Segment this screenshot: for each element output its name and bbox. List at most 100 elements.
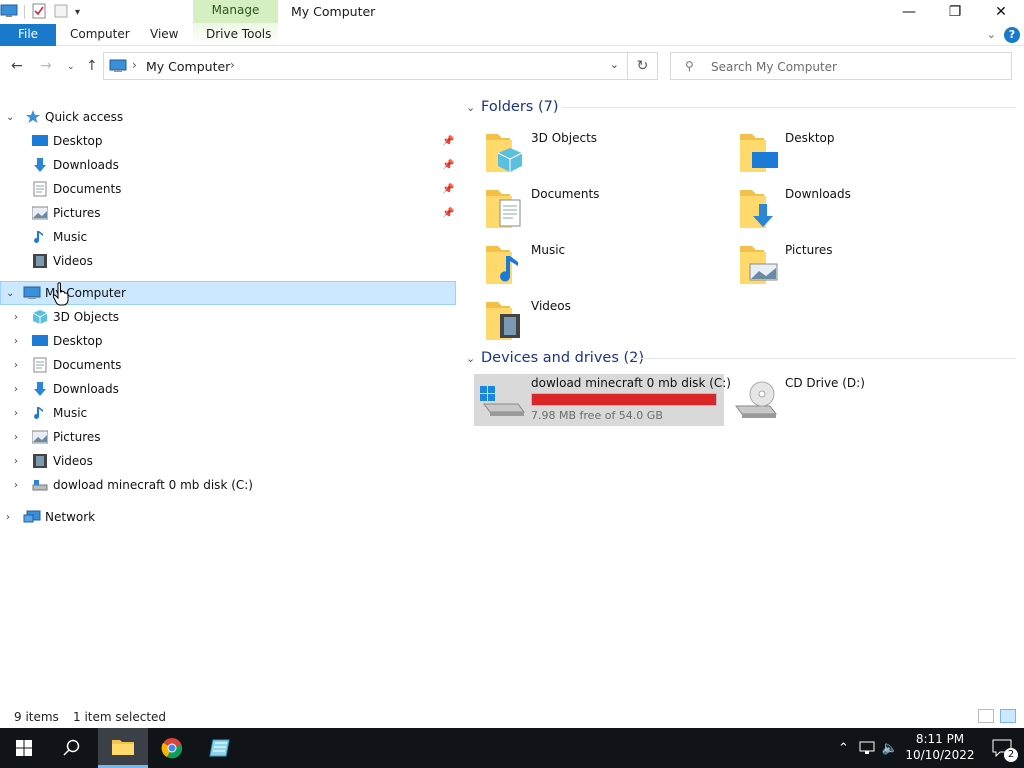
show-hidden-icons-icon[interactable]: ⌃ [838,741,849,756]
help-button[interactable]: ? [1004,27,1020,43]
nav-item-label: Pictures [53,430,101,444]
tab-view[interactable]: View [150,24,178,46]
collapse-chevron-icon[interactable]: ⌄ [466,101,475,114]
properties-icon[interactable] [31,3,47,22]
nav-item-label: 3D Objects [53,310,120,324]
quick-access-toolbar: ▾ [0,2,80,22]
desktop-icon [32,135,48,146]
expand-chevron-icon[interactable]: › [6,512,10,523]
nav-mc-music[interactable]: › Music [0,401,456,425]
volume-icon[interactable]: 🔈 [882,741,898,756]
pin-icon[interactable]: 📌 [442,208,454,219]
nav-qa-downloads[interactable]: Downloads 📌 [0,153,456,177]
expand-chevron-icon[interactable]: › [14,456,18,467]
start-button[interactable] [0,728,48,768]
collapse-chevron-icon[interactable]: ⌄ [466,352,475,365]
breadcrumb-chevron-icon[interactable]: › [132,58,137,72]
drive-d[interactable]: CD Drive (D:) [728,374,978,426]
folder-videos[interactable]: Videos [462,296,712,348]
pin-icon[interactable]: 📌 [442,160,454,171]
chrome-icon [161,738,183,759]
window-title: My Computer [291,4,376,19]
expand-chevron-icon[interactable]: › [14,432,18,443]
tiles-view-button[interactable] [1000,709,1016,723]
chrome-taskbar-button[interactable] [148,728,196,768]
folder-label: Pictures [785,243,833,257]
group-divider [632,358,1016,359]
expand-chevron-icon[interactable]: › [14,312,18,323]
back-arrow-icon[interactable]: ← [11,58,23,74]
group-divider [562,107,1016,108]
nav-mc-desktop[interactable]: › Desktop [0,329,456,353]
search-input[interactable]: ⚲ Search My Computer [670,52,1012,80]
details-view-button[interactable] [978,709,994,723]
address-bar[interactable]: › My Computer › ⌄ [103,52,628,80]
manage-context-tab[interactable]: Manage [193,0,278,23]
folder-music[interactable]: Music [462,240,712,292]
nav-qa-videos[interactable]: Videos [0,249,456,273]
documents-icon [33,357,47,373]
up-arrow-icon[interactable]: ↑ [86,58,98,74]
minimize-button[interactable]: — [886,0,932,24]
expand-chevron-icon[interactable]: › [14,360,18,371]
maximize-button[interactable]: ❐ [932,0,978,24]
pin-icon[interactable]: 📌 [442,136,454,147]
videos-icon [33,254,47,268]
search-taskbar-button[interactable] [48,728,96,768]
app-taskbar-button[interactable] [196,728,244,768]
expand-chevron-icon[interactable]: › [14,384,18,395]
nav-qa-pictures[interactable]: Pictures 📌 [0,201,456,225]
forward-arrow-icon[interactable]: → [40,58,52,74]
nav-item-label: Documents [53,182,122,196]
close-button[interactable]: ✕ [978,0,1024,24]
nav-mc-downloads[interactable]: › Downloads [0,377,456,401]
nav-mc-videos[interactable]: › Videos [0,449,456,473]
refresh-icon: ↻ [636,58,649,74]
tab-drive-tools[interactable]: Drive Tools [206,24,271,46]
expand-chevron-icon[interactable]: › [14,336,18,347]
drive-c[interactable]: dowload minecraft 0 mb disk (C:) 7.98 MB… [474,374,731,426]
tab-file[interactable]: File [0,24,56,46]
nav-qa-documents[interactable]: Documents 📌 [0,177,456,201]
folder-3d-objects[interactable]: 3D Objects [462,128,712,180]
folder-pictures[interactable]: Pictures [716,240,966,292]
nav-network[interactable]: › Network [0,505,456,529]
address-dropdown-icon[interactable]: ⌄ [610,58,619,71]
folder-downloads[interactable]: Downloads [716,184,966,236]
breadcrumb-chevron-icon[interactable]: › [230,58,235,72]
expand-chevron-icon[interactable]: › [14,408,18,419]
breadcrumb-my-computer[interactable]: My Computer [146,59,230,74]
qat-dropdown-icon[interactable]: ▾ [75,7,80,18]
documents-icon [33,181,47,197]
search-icon: ⚲ [685,59,694,73]
computer-app-icon[interactable] [0,3,18,22]
network-status-icon[interactable] [859,741,875,755]
nav-quick-access[interactable]: ⌄ Quick access [0,105,456,129]
navigation-pane: ⌄ Quick access Desktop 📌 Downloads 📌 Doc… [0,100,460,700]
taskbar-clock[interactable]: 8:11 PM 10/10/2022 [905,731,975,763]
folder-desktop[interactable]: Desktop [716,128,966,180]
expand-ribbon-icon[interactable]: ⌄ [987,28,996,41]
nav-qa-desktop[interactable]: Desktop 📌 [0,129,456,153]
nav-qa-music[interactable]: Music [0,225,456,249]
expand-chevron-icon[interactable]: › [14,480,18,491]
music-icon [34,407,43,419]
tab-computer[interactable]: Computer [70,24,130,46]
nav-mc-drive-c[interactable]: › dowload minecraft 0 mb disk (C:) [0,473,456,497]
pin-icon[interactable]: 📌 [442,184,454,195]
folders-group-header[interactable]: ⌄ Folders (7) [462,97,1016,119]
nav-mc-pictures[interactable]: › Pictures [0,425,456,449]
drives-group-header[interactable]: ⌄ Devices and drives (2) [462,348,1016,370]
file-explorer-taskbar-button[interactable] [98,728,148,768]
new-folder-icon[interactable] [53,3,69,22]
folder-documents[interactable]: Documents [462,184,712,236]
clock-date: 10/10/2022 [905,748,975,762]
recent-locations-icon[interactable]: ⌄ [67,62,75,72]
nav-mc-3d-objects[interactable]: › 3D Objects [0,305,456,329]
folder-label: Videos [531,299,571,313]
action-center-button[interactable]: 2 [980,728,1024,768]
refresh-button[interactable]: ↻ [628,52,658,80]
collapse-chevron-icon[interactable]: ⌄ [6,112,14,123]
nav-mc-documents[interactable]: › Documents [0,353,456,377]
collapse-chevron-icon[interactable]: ⌄ [6,288,14,299]
